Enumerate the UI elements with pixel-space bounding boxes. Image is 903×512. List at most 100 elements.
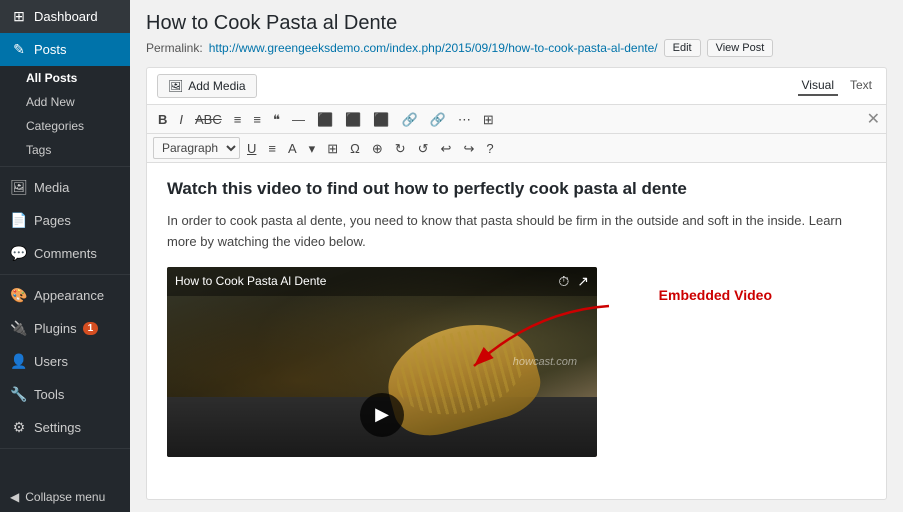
embedded-label: Embedded Video: [659, 287, 772, 303]
edit-permalink-button[interactable]: Edit: [664, 39, 701, 57]
sidebar-divider-2: [0, 274, 130, 275]
toolbar-blockquote[interactable]: ❝: [268, 110, 285, 129]
play-button[interactable]: ▶: [360, 393, 404, 437]
post-title: How to Cook Pasta al Dente: [146, 12, 887, 35]
plugins-icon: 🔌: [10, 320, 28, 337]
toolbar-italic[interactable]: I: [174, 110, 188, 129]
editor-body[interactable]: Watch this video to find out how to perf…: [147, 163, 886, 499]
tab-visual[interactable]: Visual: [798, 76, 838, 96]
tags-label: Tags: [26, 143, 51, 157]
toolbar-align-left[interactable]: ⬛: [312, 110, 338, 129]
sidebar-item-label: Dashboard: [34, 9, 98, 24]
users-icon: 👤: [10, 353, 28, 370]
appearance-label: Appearance: [34, 288, 104, 303]
toolbar-justify[interactable]: ≡: [263, 139, 281, 158]
add-new-label: Add New: [26, 95, 75, 109]
video-title-bar: How to Cook Pasta Al Dente ⏱ ↗: [167, 267, 597, 296]
comments-label: Comments: [34, 246, 97, 261]
toolbar-special-char[interactable]: Ω: [345, 139, 365, 158]
editor-toolbar-row1: B I ABC ≡ ≡ ❝ — ⬛ ⬛ ⬛ 🔗 🔗 ⋯ ⊞ ✕: [147, 105, 886, 134]
annotation-arrow: [454, 301, 614, 381]
dashboard-icon: ⊞: [10, 8, 28, 25]
collapse-icon: ◀: [10, 490, 19, 504]
toolbar-underline[interactable]: U: [242, 139, 261, 158]
settings-icon: ⚙: [10, 419, 28, 436]
sidebar-item-all-posts[interactable]: All Posts: [0, 66, 130, 90]
all-posts-label: All Posts: [26, 71, 77, 85]
pages-label: Pages: [34, 213, 71, 228]
sidebar-item-tools[interactable]: 🔧 Tools: [0, 378, 130, 411]
toolbar-rtl[interactable]: ↻: [390, 139, 411, 158]
toolbar-indent[interactable]: ⊕: [367, 139, 388, 158]
add-media-button[interactable]: 🖼 Add Media: [157, 74, 257, 98]
plugins-badge: 1: [83, 322, 99, 335]
toolbar-ol[interactable]: ≡: [248, 110, 266, 129]
paragraph-format-select[interactable]: Paragraph: [153, 137, 240, 159]
pages-icon: 📄: [10, 212, 28, 229]
editor-container: 🖼 Add Media Visual Text B I ABC ≡ ≡ ❝ — …: [146, 67, 887, 500]
add-media-label: Add Media: [188, 79, 245, 93]
sidebar-item-pages[interactable]: 📄 Pages: [0, 204, 130, 237]
sidebar-divider-3: [0, 448, 130, 449]
video-annotation-container: How to Cook Pasta Al Dente ⏱ ↗ howcast.c…: [167, 267, 597, 457]
toolbar-ul[interactable]: ≡: [229, 110, 247, 129]
sidebar-item-tags[interactable]: Tags: [0, 138, 130, 162]
sidebar-item-appearance[interactable]: 🎨 Appearance: [0, 279, 130, 312]
toolbar-align-right[interactable]: ⬛: [368, 110, 394, 129]
toolbar-color-arrow[interactable]: ▾: [304, 139, 321, 158]
video-share-icon[interactable]: ↗: [577, 273, 589, 290]
main-content: How to Cook Pasta al Dente Permalink: ht…: [130, 0, 903, 512]
toolbar-fullscreen[interactable]: ⊞: [478, 110, 499, 129]
toolbar-unlink[interactable]: 🔗: [425, 110, 451, 129]
appearance-icon: 🎨: [10, 287, 28, 304]
sidebar-item-categories[interactable]: Categories: [0, 114, 130, 138]
permalink-link[interactable]: http://www.greengeeksdemo.com/index.php/…: [209, 41, 658, 55]
toolbar-undo[interactable]: ↩: [436, 139, 457, 158]
comments-icon: 💬: [10, 245, 28, 262]
embedded-video-annotation: Embedded Video: [659, 287, 772, 303]
categories-label: Categories: [26, 119, 84, 133]
tab-text[interactable]: Text: [846, 76, 876, 96]
editor-toolbar-row2: Paragraph U ≡ A ▾ ⊞ Ω ⊕ ↻ ↺ ↩ ↪ ?: [147, 134, 886, 163]
toolbar-help[interactable]: ?: [481, 139, 498, 158]
view-post-button[interactable]: View Post: [707, 39, 774, 57]
editor-topbar: 🖼 Add Media Visual Text: [147, 68, 886, 105]
sidebar-divider-1: [0, 166, 130, 167]
toolbar-paste[interactable]: ⊞: [322, 139, 343, 158]
visual-text-tabs: Visual Text: [798, 76, 876, 96]
toolbar-text-color[interactable]: A: [283, 139, 302, 158]
tools-icon: 🔧: [10, 386, 28, 403]
permalink-label: Permalink:: [146, 41, 203, 55]
media-label: Media: [34, 180, 69, 195]
toolbar-close-button[interactable]: ✕: [867, 109, 880, 129]
sidebar-item-dashboard[interactable]: ⊞ Dashboard: [0, 0, 130, 33]
toolbar-hr[interactable]: —: [287, 110, 310, 129]
settings-label: Settings: [34, 420, 81, 435]
editor-paragraph: In order to cook pasta al dente, you nee…: [167, 211, 866, 253]
toolbar-strikethrough[interactable]: ABC: [190, 110, 227, 129]
sidebar-item-add-new[interactable]: Add New: [0, 90, 130, 114]
video-clock-icon[interactable]: ⏱: [558, 273, 569, 290]
video-icons: ⏱ ↗: [558, 273, 589, 290]
sidebar-item-plugins[interactable]: 🔌 Plugins 1: [0, 312, 130, 345]
permalink-row: Permalink: http://www.greengeeksdemo.com…: [146, 39, 887, 57]
toolbar-more[interactable]: ⋯: [453, 110, 476, 129]
toolbar-bold[interactable]: B: [153, 110, 172, 129]
sidebar-item-posts[interactable]: ✎ Posts: [0, 33, 130, 66]
users-label: Users: [34, 354, 68, 369]
media-icon: 🖼: [10, 179, 28, 196]
toolbar-ltr[interactable]: ↺: [413, 139, 434, 158]
sidebar-item-users[interactable]: 👤 Users: [0, 345, 130, 378]
permalink-url: http://www.greengeeksdemo.com/index.php/…: [209, 41, 658, 55]
collapse-label: Collapse menu: [25, 490, 105, 504]
toolbar-redo[interactable]: ↪: [458, 139, 479, 158]
sidebar-item-media[interactable]: 🖼 Media: [0, 171, 130, 204]
tools-label: Tools: [34, 387, 64, 402]
editor-heading: Watch this video to find out how to perf…: [167, 179, 866, 199]
posts-icon: ✎: [10, 41, 28, 58]
toolbar-link[interactable]: 🔗: [397, 110, 423, 129]
toolbar-align-center[interactable]: ⬛: [340, 110, 366, 129]
sidebar-item-comments[interactable]: 💬 Comments: [0, 237, 130, 270]
collapse-menu[interactable]: ◀ Collapse menu: [0, 482, 130, 512]
sidebar-item-settings[interactable]: ⚙ Settings: [0, 411, 130, 444]
